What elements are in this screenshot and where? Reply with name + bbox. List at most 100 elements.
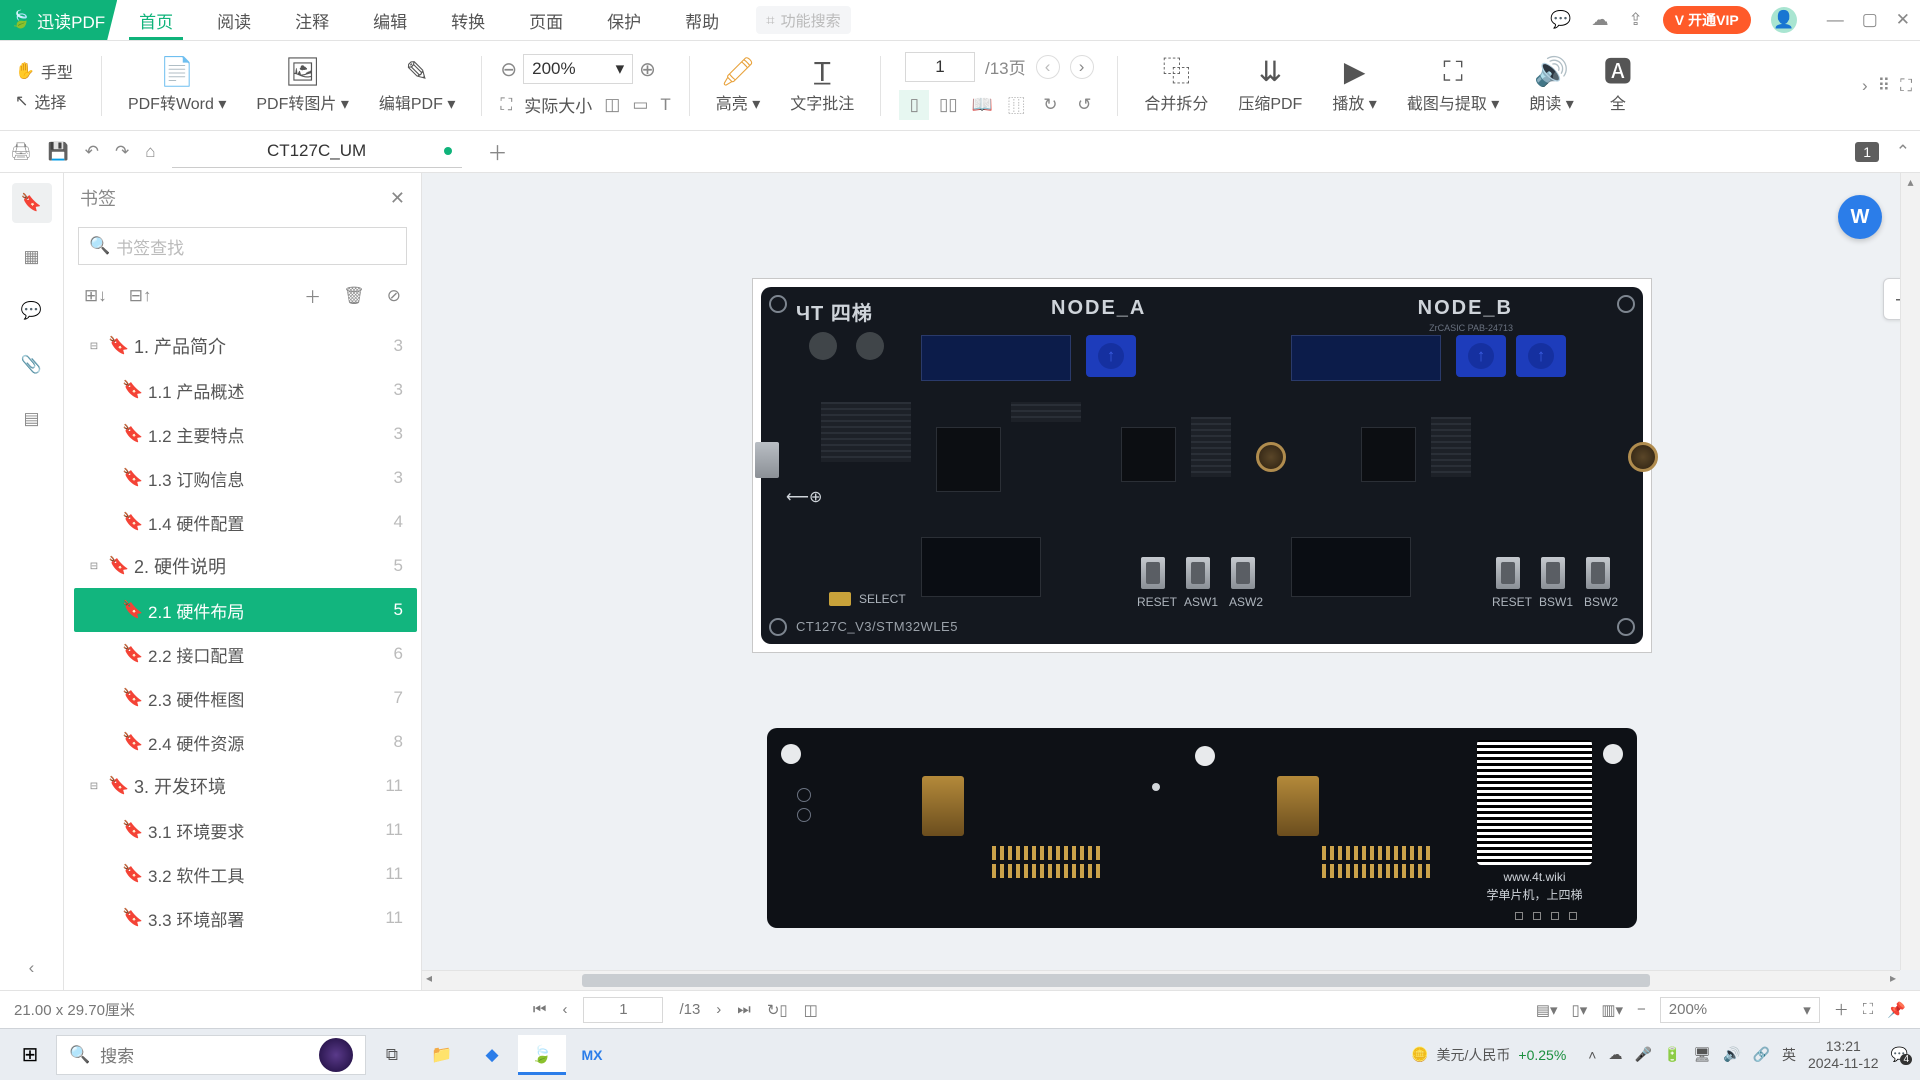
compress-button[interactable]: ⇊压缩PDF: [1230, 58, 1310, 114]
status-zoom-select[interactable]: 200%▾: [1660, 997, 1820, 1023]
collapse-toggle-icon[interactable]: ⊟: [86, 561, 102, 572]
rail-collapse-button[interactable]: ‹: [29, 958, 35, 978]
ime-button[interactable]: 英: [1782, 1045, 1796, 1065]
status-zoom-out[interactable]: −: [1637, 1001, 1646, 1018]
battery-icon[interactable]: 🔋: [1664, 1046, 1681, 1063]
menu-annotate[interactable]: 注释: [273, 0, 351, 40]
bookmark-item[interactable]: 🔖2.4 硬件资源8: [74, 720, 417, 764]
chat-icon[interactable]: 💬: [1550, 10, 1571, 30]
task-view-button[interactable]: ⧉: [368, 1035, 416, 1075]
bookmark-settings-button[interactable]: ⊘: [387, 286, 401, 306]
mx-taskbar-icon[interactable]: MX: [568, 1035, 616, 1075]
explorer-taskbar-icon[interactable]: 📁: [418, 1035, 466, 1075]
highlight-button[interactable]: 🖍高亮 ▾: [708, 58, 769, 114]
tab-counter[interactable]: 1: [1855, 142, 1879, 162]
collapse-all-button[interactable]: ⊟↑: [129, 286, 152, 306]
hand-tool[interactable]: ✋手型: [15, 59, 73, 83]
pdf-to-word-button[interactable]: 📄PDF转Word ▾: [120, 58, 234, 114]
horizontal-scrollbar[interactable]: ◂ ▸: [422, 970, 1900, 990]
zoom-in-button[interactable]: ⊕: [639, 57, 656, 82]
first-page-button[interactable]: ⏮: [533, 1001, 547, 1018]
menu-read[interactable]: 阅读: [195, 0, 273, 40]
weather-icon[interactable]: ☁: [1608, 1046, 1622, 1063]
book-view[interactable]: 📖: [967, 90, 997, 120]
rotate-ccw-button[interactable]: ↺: [1069, 90, 1099, 120]
ribbon-more-button[interactable]: ›: [1862, 76, 1868, 96]
forex-widget[interactable]: 🪙 美元/人民币 +0.25%: [1411, 1045, 1566, 1065]
fit-page-icon[interactable]: ▭: [632, 95, 648, 115]
function-search[interactable]: ⌗ 功能搜索: [756, 6, 850, 34]
crop-button[interactable]: ◫: [804, 1001, 818, 1019]
ribbon-grip-icon[interactable]: ⠿: [1878, 76, 1890, 96]
fit-width-icon[interactable]: ◫: [604, 95, 620, 115]
last-page-button[interactable]: ⏭: [737, 1001, 751, 1018]
bookmark-item[interactable]: ⊟🔖3. 开发环境11: [74, 764, 417, 808]
two-page-view[interactable]: ▯▯: [933, 90, 963, 120]
bookmark-item[interactable]: 🔖2.2 接口配置6: [74, 632, 417, 676]
taskbar-clock[interactable]: 13:21 2024-11-12: [1808, 1038, 1879, 1072]
home-button[interactable]: ⌂: [145, 142, 155, 162]
menu-convert[interactable]: 转换: [429, 0, 507, 40]
monitor-icon[interactable]: 🖥: [1693, 1046, 1711, 1063]
prev-page-button[interactable]: ‹: [562, 1001, 567, 1018]
prev-page-button[interactable]: ‹: [1036, 55, 1060, 79]
ribbon-expand-icon[interactable]: ⛶: [1900, 76, 1912, 96]
save-button[interactable]: 💾: [48, 142, 69, 162]
bookmark-item[interactable]: 🔖1.3 订购信息3: [74, 456, 417, 500]
bookmark-item[interactable]: ⊟🔖1. 产品简介3: [74, 324, 417, 368]
pdf-to-image-button[interactable]: 🖼PDF转图片 ▾: [248, 58, 357, 114]
expand-all-button[interactable]: ⊞↓: [84, 286, 107, 306]
redo-button[interactable]: ↷: [115, 142, 129, 162]
cloud-upload-icon[interactable]: ☁: [1592, 10, 1609, 30]
scroll-lock-button[interactable]: ▤▾: [1536, 1001, 1558, 1019]
volume-icon[interactable]: 🔊: [1723, 1046, 1740, 1063]
menu-page[interactable]: 页面: [507, 0, 585, 40]
page-input[interactable]: 1: [905, 52, 975, 82]
continuous-view[interactable]: ⿲: [1001, 90, 1031, 120]
doc-canvas[interactable]: W ЧT 四梯 NODE_A NODE_B ZrCASIC PAB-24713 …: [422, 173, 1920, 990]
rotate-cw-button[interactable]: ↻: [1035, 90, 1065, 120]
actual-size-button[interactable]: 实际大小: [524, 92, 592, 117]
share-icon[interactable]: ⇪: [1629, 10, 1643, 30]
vip-button[interactable]: V 开通VIP: [1663, 6, 1751, 34]
bookmark-item[interactable]: 🔖2.3 硬件框图7: [74, 676, 417, 720]
microphone-icon[interactable]: 🎤: [1634, 1046, 1651, 1063]
undo-button[interactable]: ↶: [85, 142, 99, 162]
notifications-button[interactable]: 💬4: [1891, 1046, 1908, 1063]
bookmark-item[interactable]: 🔖3.3 环境部署11: [74, 896, 417, 940]
thumbnails-rail-button[interactable]: ▦: [12, 237, 52, 277]
read-aloud-button[interactable]: 🔊朗读 ▾: [1521, 58, 1582, 114]
close-button[interactable]: ✕: [1896, 10, 1910, 30]
rotate-view-button[interactable]: ↻▯: [767, 1001, 788, 1019]
select-tool[interactable]: ↖选择: [15, 89, 66, 113]
tab-chevron-up-icon[interactable]: ⌃: [1896, 142, 1910, 161]
collapse-toggle-icon[interactable]: ⊟: [86, 341, 102, 352]
scrollbar-thumb[interactable]: [582, 974, 1650, 987]
bookmark-item[interactable]: 🔖3.2 软件工具11: [74, 852, 417, 896]
single-page-view[interactable]: ▯: [899, 90, 929, 120]
bookmark-item[interactable]: 🔖2.1 硬件布局5: [74, 588, 417, 632]
bookmark-item[interactable]: 🔖3.1 环境要求11: [74, 808, 417, 852]
play-button[interactable]: ▶播放 ▾: [1324, 58, 1385, 114]
next-page-button[interactable]: ›: [716, 1001, 721, 1018]
menu-protect[interactable]: 保护: [585, 0, 663, 40]
fit-icon[interactable]: ⛶: [500, 95, 512, 115]
zoom-select[interactable]: 200%▾: [523, 54, 633, 84]
comments-rail-button[interactable]: 💬: [12, 291, 52, 331]
menu-help[interactable]: 帮助: [663, 0, 741, 40]
bookmark-item[interactable]: 🔖1.4 硬件配置4: [74, 500, 417, 544]
pin-button[interactable]: 📌: [1887, 1001, 1906, 1019]
minimize-button[interactable]: —: [1827, 10, 1844, 30]
start-button[interactable]: ⊞: [6, 1035, 54, 1075]
layout-button[interactable]: ▥▾: [1601, 1001, 1623, 1019]
view-mode-button[interactable]: ▯▾: [1572, 1001, 1588, 1019]
bookmark-item[interactable]: 🔖1.2 主要特点3: [74, 412, 417, 456]
avatar[interactable]: 👤: [1771, 7, 1797, 33]
sync-icon[interactable]: 🔗: [1753, 1046, 1770, 1063]
taskbar-search[interactable]: 🔍 搜索: [56, 1035, 366, 1075]
screenshot-button[interactable]: ⛶截图与提取 ▾: [1399, 58, 1508, 114]
document-tab[interactable]: CT127C_UM: [172, 135, 462, 168]
text-fit-icon[interactable]: T: [660, 95, 670, 115]
vertical-scrollbar[interactable]: ▴: [1900, 173, 1920, 970]
menu-home[interactable]: 首页: [117, 0, 195, 40]
